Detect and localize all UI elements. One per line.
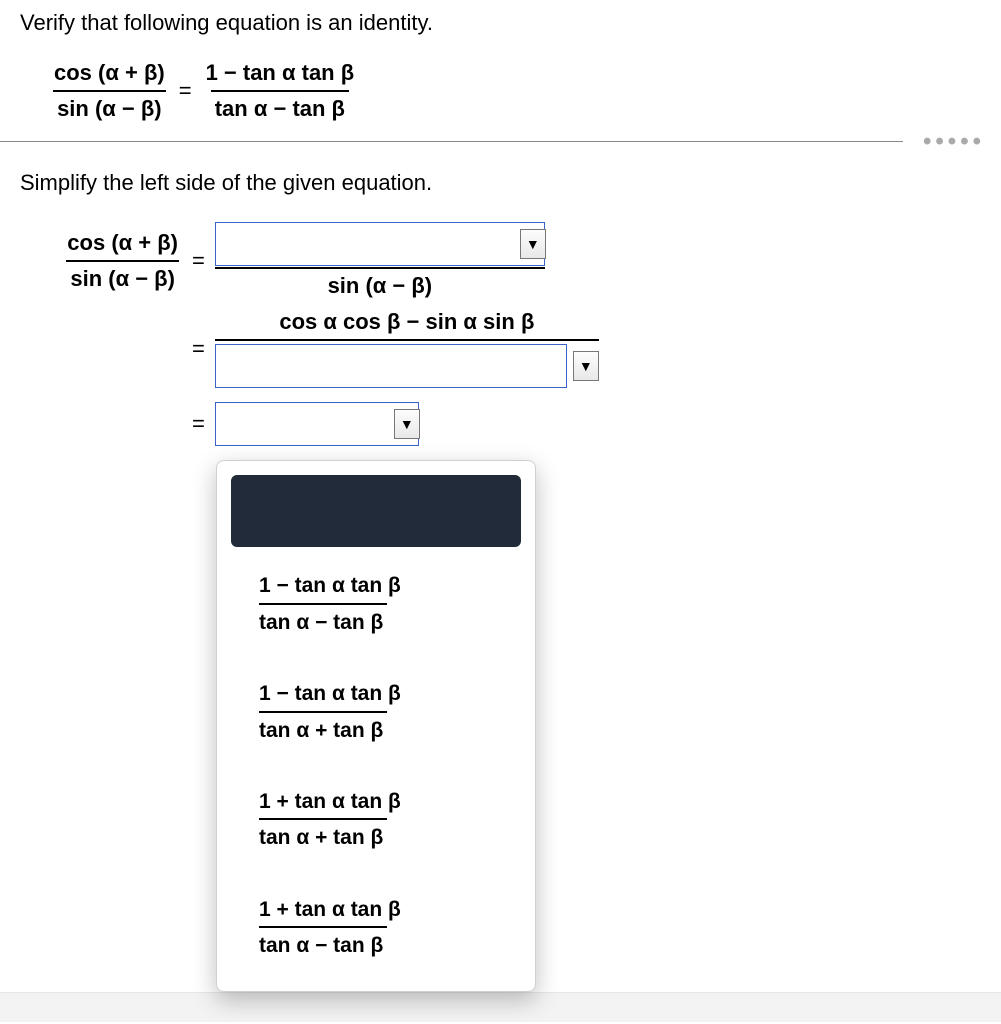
option-4[interactable]: 1 + tan α tan β tan α − tan β bbox=[231, 895, 521, 961]
footer-bar bbox=[0, 992, 1001, 1022]
step3-result-select[interactable]: ▼ bbox=[215, 402, 419, 446]
step1-lhs-num: cos (α + β) bbox=[63, 228, 182, 260]
step2-equals: = bbox=[192, 336, 205, 362]
step1-numerator-select[interactable]: ▼ bbox=[215, 222, 545, 266]
step1-lhs-den: sin (α − β) bbox=[66, 260, 179, 294]
step-3-row: = ▼ bbox=[44, 402, 981, 446]
option-3-den: tan α + tan β bbox=[259, 818, 387, 852]
lhs-denominator: sin (α − β) bbox=[53, 90, 166, 124]
step2-denominator-select[interactable] bbox=[215, 344, 567, 388]
option-2-den: tan α + tan β bbox=[259, 711, 387, 745]
chevron-down-icon[interactable]: ▼ bbox=[520, 229, 546, 259]
step1-equals: = bbox=[192, 248, 205, 274]
step-1-row: cos (α + β) sin (α − β) = ▼ sin (α − β) bbox=[44, 222, 981, 299]
step2-numerator: cos α cos β − sin α sin β bbox=[215, 309, 599, 339]
rhs-numerator: 1 − tan α tan β bbox=[202, 58, 359, 90]
step3-equals: = bbox=[192, 411, 205, 437]
problem-prompt: Verify that following equation is an ide… bbox=[20, 10, 981, 36]
option-3[interactable]: 1 + tan α tan β tan α + tan β bbox=[231, 787, 521, 853]
section-divider: ••••• bbox=[0, 141, 1001, 142]
option-1-den: tan α − tan β bbox=[259, 603, 387, 637]
option-1-num: 1 − tan α tan β bbox=[259, 571, 405, 602]
step-2-row: = cos α cos β − sin α sin β ▼ bbox=[44, 309, 981, 388]
lhs-numerator: cos (α + β) bbox=[50, 58, 169, 90]
option-4-num: 1 + tan α tan β bbox=[259, 895, 405, 926]
chevron-down-icon[interactable]: ▼ bbox=[573, 351, 599, 381]
chevron-down-icon[interactable]: ▼ bbox=[394, 409, 420, 439]
option-1[interactable]: 1 − tan α tan β tan α − tan β bbox=[231, 571, 521, 637]
option-selected-blank[interactable] bbox=[231, 475, 521, 547]
step3-options-popup: 1 − tan α tan β tan α − tan β 1 − tan α … bbox=[216, 460, 536, 991]
option-4-den: tan α − tan β bbox=[259, 926, 387, 960]
option-3-num: 1 + tan α tan β bbox=[259, 787, 405, 818]
rhs-denominator: tan α − tan β bbox=[211, 90, 349, 124]
equals-sign: = bbox=[179, 78, 192, 104]
identity-equation: cos (α + β) sin (α − β) = 1 − tan α tan … bbox=[50, 58, 981, 123]
step1-rhs-den: sin (α − β) bbox=[215, 267, 545, 299]
option-2[interactable]: 1 − tan α tan β tan α + tan β bbox=[231, 679, 521, 745]
option-2-num: 1 − tan α tan β bbox=[259, 679, 405, 710]
simplify-instruction: Simplify the left side of the given equa… bbox=[20, 170, 981, 196]
